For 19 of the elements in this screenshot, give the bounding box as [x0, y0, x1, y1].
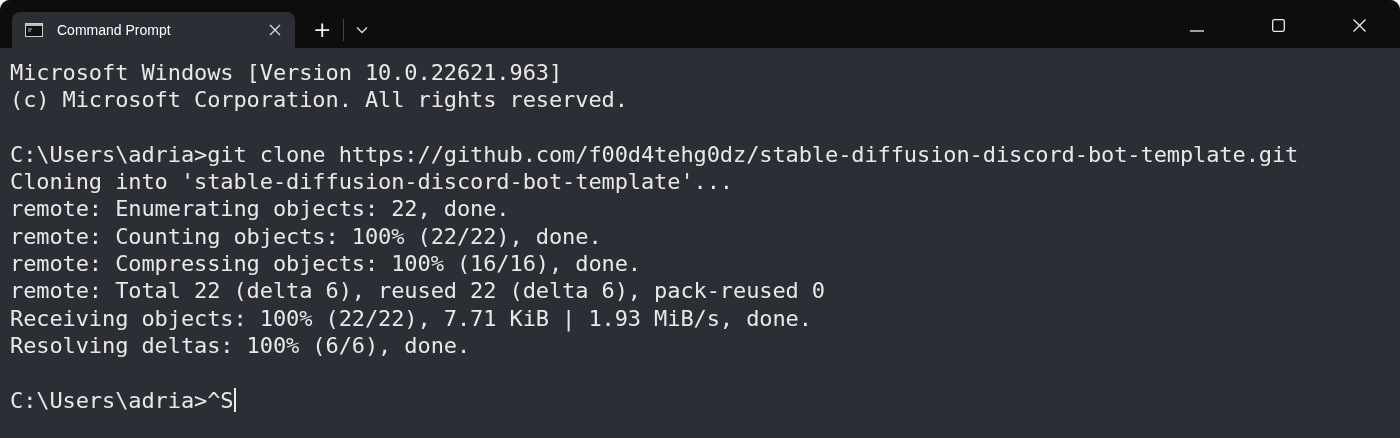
terminal-line: C:\Users\adria>git clone https://github.com/f00d4tehg0dz/stable-diffusion-discord-bot-template.git	[10, 140, 1299, 169]
terminal-tab[interactable]: Command Prompt	[12, 12, 295, 48]
tab-title: Command Prompt	[57, 22, 172, 38]
terminal-line: Cloning into 'stable-diffusion-discord-bot-template'...	[10, 168, 733, 196]
close-icon[interactable]	[1353, 19, 1366, 32]
new-tab-button[interactable]: +	[307, 12, 338, 48]
terminal-line: remote: Compressing objects: 100% (16/16), done.	[10, 250, 641, 278]
terminal-line: Receiving objects: 100% (22/22), 7.71 KiB | 1.93 MiB/s, done.	[10, 304, 812, 332]
terminal-line: (c) Microsoft Corporation. All rights reserved.	[10, 86, 628, 114]
terminal-line: C:\Users\adria>^S	[10, 386, 234, 414]
terminal-line: remote: Enumerating objects: 22, done.	[10, 195, 510, 223]
close-tab-icon[interactable]	[269, 24, 281, 36]
terminal-line: remote: Total 22 (delta 6), reused 22 (delta 6), pack-reused 0	[10, 277, 825, 305]
terminal-line: Resolving deltas: 100% (6/6), done.	[10, 331, 471, 360]
terminal-icon	[25, 23, 43, 37]
maximize-icon[interactable]	[1272, 19, 1285, 32]
dropdown-chevron-icon[interactable]	[356, 26, 369, 34]
terminal-line: Microsoft Windows [Version 10.0.22621.963]	[10, 59, 563, 87]
terminal-line: remote: Counting objects: 100% (22/22), done.	[10, 222, 602, 251]
